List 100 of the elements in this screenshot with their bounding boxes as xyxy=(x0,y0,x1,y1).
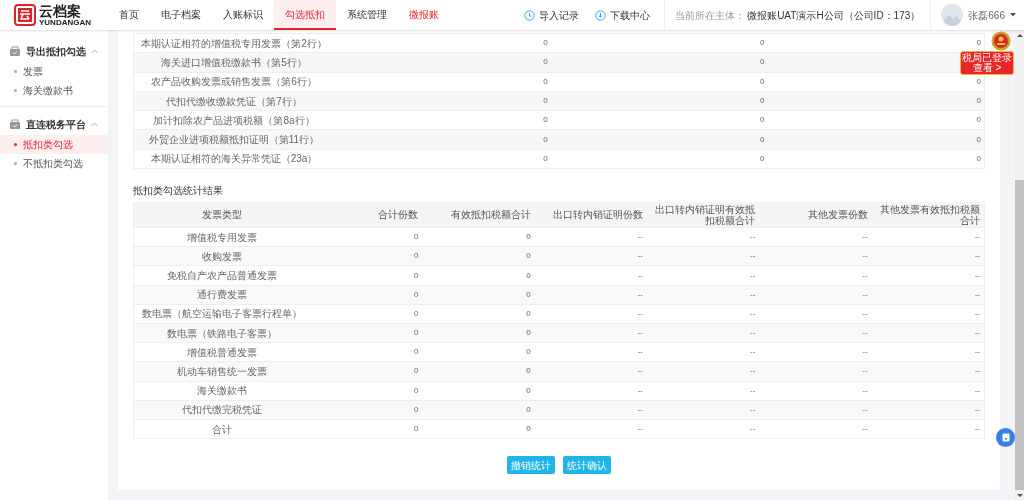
table-cell-text: -- xyxy=(749,365,757,378)
table-cell-text: 0 xyxy=(525,231,532,244)
logo-subtitle: YUNDANGAN xyxy=(39,17,91,27)
table-cell-text: 0 xyxy=(412,346,420,359)
table-cell-text: 0 xyxy=(542,133,549,146)
nav-tab[interactable]: 系统管理 xyxy=(336,0,398,30)
table-cell-text: 0 xyxy=(525,423,532,436)
avatar-icon xyxy=(941,4,964,26)
section-title: 抵扣类勾选统计结果 xyxy=(133,184,224,198)
table-cell-text: 0 xyxy=(412,250,420,263)
briefcase-icon xyxy=(9,45,21,57)
download-center-link[interactable]: 下载中心 xyxy=(595,7,651,23)
briefcase-icon xyxy=(9,118,21,130)
nav-tab[interactable]: 电子档案 xyxy=(150,0,212,30)
table-cell-text: 0 xyxy=(975,133,982,146)
table-cell-text: -- xyxy=(749,346,757,359)
entity-name: 微报账UAT演示H公司（公司ID：173） xyxy=(747,8,921,23)
table-cell-text: 0 xyxy=(542,75,549,88)
entity-label: 当前所在主体： xyxy=(675,8,746,23)
float-button[interactable] xyxy=(996,428,1015,447)
clock-icon xyxy=(524,9,536,21)
table-cell-text: -- xyxy=(749,423,757,436)
table-cell-text: -- xyxy=(749,250,757,263)
table-cell-text: 0 xyxy=(975,75,982,88)
table-cell-text: -- xyxy=(973,288,981,301)
table-cell-text: 代扣代缴收缴款凭证（第7行） xyxy=(165,94,303,109)
table-cell-text: 0 xyxy=(542,152,549,165)
table-cell-text: 0 xyxy=(412,231,420,244)
document-icon xyxy=(1001,433,1010,442)
table-cell-text: -- xyxy=(636,327,644,340)
table-cell-text: 0 xyxy=(412,288,420,301)
table-cell-text: 0 xyxy=(975,37,982,50)
table-cell-text: -- xyxy=(861,307,869,320)
sidebar-item[interactable]: 发票 xyxy=(0,62,108,81)
table-cell-text: -- xyxy=(973,346,981,359)
table-cell-text: -- xyxy=(636,288,644,301)
tax-login-badge[interactable]: 税局已登录 查看 > xyxy=(960,51,1014,75)
download-icon xyxy=(595,9,607,21)
sidebar-group-header[interactable]: 直连税务平台 xyxy=(0,113,108,135)
table-cell-text: 0 xyxy=(542,114,549,127)
nav-tab[interactable]: 首页 xyxy=(108,0,150,30)
table-cell-text: 0 xyxy=(525,403,532,416)
table-cell-text: -- xyxy=(973,250,981,263)
table-cell-text: 海关缴款书 xyxy=(196,384,248,399)
table-cell-text: -- xyxy=(861,250,869,263)
table-cell-text: 本期认证相符的海关异常凭证（23a） xyxy=(149,152,319,167)
column-header: 其他发票有效抵扣税额合计 xyxy=(879,203,981,226)
table-cell-text: 0 xyxy=(412,269,420,282)
table-cell-text: 0 xyxy=(525,365,532,378)
column-header: 出口转内销证明有效抵扣税额合计 xyxy=(654,203,757,226)
table-cell-text: 0 xyxy=(542,37,549,50)
user-menu[interactable]: 张磊666 xyxy=(931,0,1024,30)
table-cell-text: -- xyxy=(973,231,981,244)
table-cell-text: -- xyxy=(973,423,981,436)
table-cell-text: 0 xyxy=(412,307,420,320)
table-cell-text: -- xyxy=(749,269,757,282)
table-cell-text: -- xyxy=(861,423,869,436)
table-cell-text: 0 xyxy=(758,37,766,50)
column-header: 其他发票份数 xyxy=(806,209,869,221)
table-cell-text: 0 xyxy=(975,114,982,127)
table-cell-text: -- xyxy=(861,288,869,301)
nav-tab[interactable]: 微报账 xyxy=(398,0,450,30)
table-cell-text: 0 xyxy=(758,75,766,88)
table-cell-text: -- xyxy=(636,250,644,263)
table-cell-text: 通行费发票 xyxy=(196,288,248,303)
nav-tab[interactable]: 入账标识 xyxy=(212,0,274,30)
table-cell-text: -- xyxy=(973,365,981,378)
column-header: 有效抵扣税额合计 xyxy=(449,209,532,221)
column-header: 发票类型 xyxy=(201,209,243,221)
column-header: 出口转内销证明份数 xyxy=(552,209,644,221)
table-cell-text: 机动车销售统一发票 xyxy=(176,365,268,379)
sidebar-group-header[interactable]: 导出抵扣勾选 xyxy=(0,40,108,62)
table-cell-text: -- xyxy=(636,384,644,397)
table-cell-text: -- xyxy=(749,307,757,320)
table-cell-text: -- xyxy=(636,423,644,436)
table-cell-text: 0 xyxy=(412,384,420,397)
table-cell-text: 0 xyxy=(542,95,549,108)
table-cell-text: -- xyxy=(636,346,644,359)
table-cell-text: -- xyxy=(861,403,869,416)
caret-down-icon xyxy=(1010,13,1016,17)
table-cell-text: 加计扣除农产品进项税额（第8a行） xyxy=(152,113,316,128)
scrollbar[interactable] xyxy=(1015,30,1024,500)
sidebar-item[interactable]: 不抵扣类勾选 xyxy=(0,154,108,173)
table-cell-text: -- xyxy=(749,288,757,301)
sidebar-item[interactable]: 抵扣类勾选 xyxy=(0,135,108,154)
table-cell-text: -- xyxy=(636,307,644,320)
table-cell-text: -- xyxy=(973,269,981,282)
table-cell-text: 0 xyxy=(412,327,420,340)
table-cell-text: 农产品收购发票或销售发票（第6行） xyxy=(150,75,318,90)
table-cell-text: -- xyxy=(749,327,757,340)
sidebar-item[interactable]: 海关缴款书 xyxy=(0,81,108,100)
table-cell-text: 外贸企业进项税额抵扣证明（第11行） xyxy=(147,133,321,148)
table-cell-text: 收购发票 xyxy=(201,249,243,264)
import-records-link[interactable]: 导入记录 xyxy=(524,7,580,23)
table-cell-text: -- xyxy=(973,307,981,320)
nav-tab[interactable]: 勾选抵扣 xyxy=(274,0,336,30)
table-cell-text: 0 xyxy=(412,365,420,378)
table-cell-text: 0 xyxy=(758,133,766,146)
table-cell-text: 海关进口增值税缴款书（第5行） xyxy=(160,55,308,70)
table-cell-text: 0 xyxy=(525,327,532,340)
